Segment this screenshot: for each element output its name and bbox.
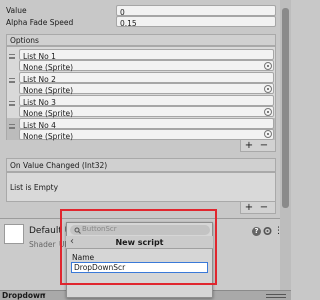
- value-label: Value: [6, 6, 27, 15]
- resize-handle-icon[interactable]: [266, 294, 286, 298]
- search-icon: [74, 227, 81, 236]
- search-placeholder: ButtonScr: [82, 225, 117, 233]
- scrollbar-thumb[interactable]: [282, 8, 289, 208]
- value-field[interactable]: 0: [116, 5, 276, 17]
- alpha-fade-speed-label: Alpha Fade Speed: [6, 18, 74, 27]
- material-preview-swatch: [4, 224, 24, 244]
- option-4-text-field[interactable]: List No 4: [19, 118, 274, 130]
- option-1-image-field[interactable]: None (Sprite): [19, 60, 274, 72]
- popup-title: New script: [115, 238, 164, 247]
- name-input-value: DropDownScr: [74, 263, 126, 272]
- object-picker-icon[interactable]: [264, 130, 272, 138]
- option-4-image-field[interactable]: None (Sprite): [19, 129, 274, 141]
- object-picker-icon[interactable]: [264, 108, 272, 116]
- remove-option-button[interactable]: −: [258, 141, 270, 151]
- drag-handle-icon[interactable]: [9, 101, 15, 106]
- option-3-text-field[interactable]: List No 3: [19, 95, 274, 107]
- name-label: Name: [72, 253, 95, 262]
- chevron-down-icon[interactable]: ▾: [42, 292, 46, 299]
- drag-handle-icon[interactable]: [9, 78, 15, 83]
- dropdown-tab[interactable]: Dropdown: [2, 292, 45, 300]
- drag-handle-icon[interactable]: [9, 124, 15, 129]
- drag-handle-icon[interactable]: [9, 54, 15, 59]
- options-header-label: Options: [10, 36, 39, 45]
- alpha-fade-speed-text: 0.15: [120, 19, 137, 28]
- option-1-text-field[interactable]: List No 1: [19, 49, 274, 61]
- option-1-image-text: None (Sprite): [23, 63, 74, 72]
- add-event-button[interactable]: +: [243, 203, 255, 213]
- help-icon[interactable]: ?: [252, 227, 261, 236]
- option-3-image-text: None (Sprite): [23, 109, 74, 118]
- option-3-image-field[interactable]: None (Sprite): [19, 106, 274, 118]
- option-2-image-text: None (Sprite): [23, 86, 74, 95]
- event-header-label: On Value Changed (Int32): [10, 161, 108, 170]
- event-empty-text: List is Empty: [10, 183, 59, 192]
- option-2-text-field[interactable]: List No 2: [19, 72, 274, 84]
- remove-event-button[interactable]: −: [258, 203, 270, 213]
- shader-label: Shader: [29, 240, 56, 249]
- alpha-fade-speed-field[interactable]: 0.15: [116, 16, 276, 28]
- options-header: [6, 34, 276, 46]
- option-4-image-text: None (Sprite): [23, 132, 74, 141]
- settings-icon[interactable]: [263, 226, 272, 239]
- object-picker-icon[interactable]: [264, 62, 272, 70]
- add-option-button[interactable]: +: [243, 141, 255, 151]
- object-picker-icon[interactable]: [264, 85, 272, 93]
- option-2-image-field[interactable]: None (Sprite): [19, 83, 274, 95]
